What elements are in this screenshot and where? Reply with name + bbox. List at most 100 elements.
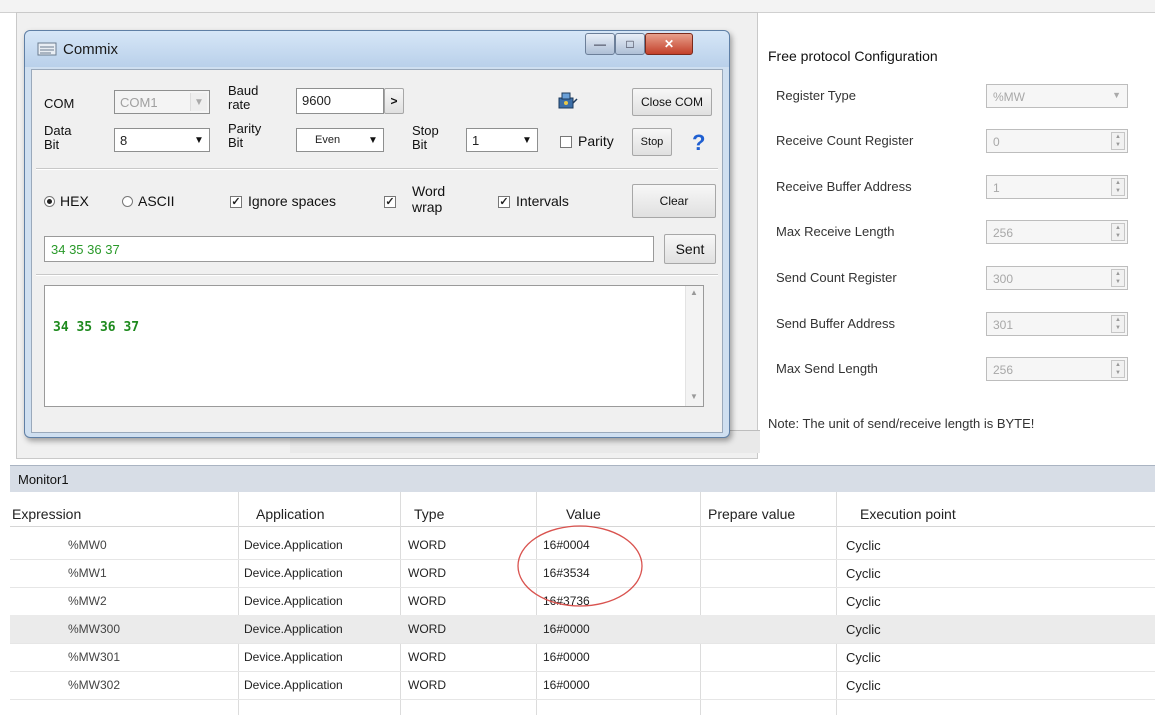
value-highlight-circle (517, 525, 643, 607)
scroll-up-icon[interactable]: ▲ (690, 288, 698, 297)
separator (36, 168, 718, 170)
stop-bit-label-line2: Bit (412, 137, 428, 152)
send-count-register-input[interactable]: 300 ▲ ▼ (986, 266, 1128, 290)
help-icon[interactable]: ? (692, 130, 705, 156)
maximize-icon: □ (626, 37, 634, 51)
window-title: Commix (63, 41, 118, 58)
register-type-label: Register Type (776, 88, 856, 103)
application-cell: Device.Application (244, 594, 343, 608)
max-receive-length-input[interactable]: 256 ▲ ▼ (986, 220, 1128, 244)
column-header-prepare-value[interactable]: Prepare value (708, 506, 795, 522)
type-cell: WORD (408, 678, 446, 692)
baud-rate-value: 9600 (302, 93, 331, 108)
chevron-down-icon: ▼ (522, 134, 532, 146)
spin-updown-icon[interactable]: ▲ ▼ (1111, 178, 1125, 196)
send-input[interactable]: 34 35 36 37 (44, 236, 654, 262)
hex-radio[interactable] (44, 196, 55, 207)
commix-title-bar[interactable]: Commix — □ ✕ (25, 31, 729, 67)
stop-button[interactable]: Stop (632, 128, 672, 156)
chevron-down-icon: ▼ (1112, 90, 1121, 100)
config-title: Free protocol Configuration (768, 48, 938, 64)
column-header-expression[interactable]: Expression (12, 506, 81, 522)
intervals-checkbox[interactable]: ✓ (498, 196, 510, 208)
send-input-value: 34 35 36 37 (51, 242, 120, 257)
receive-scrollbar[interactable]: ▲ ▼ (685, 286, 703, 406)
com-port-select[interactable]: COM1 ▼ (114, 90, 210, 114)
stop-bit-select[interactable]: 1 ▼ (466, 128, 538, 152)
max-send-length-input[interactable]: 256 ▲ ▼ (986, 357, 1128, 381)
application-cell: Device.Application (244, 622, 343, 636)
commix-window: Commix — □ ✕ COM COM1 ▼ Baud rate 9600 > (24, 30, 730, 438)
stop-bit-label-line1: Stop (412, 123, 439, 138)
spin-updown-icon[interactable]: ▲ ▼ (1111, 360, 1125, 378)
table-row[interactable]: %MW300 Device.Application WORD 16#0000 C… (10, 615, 1155, 644)
spin-updown-icon[interactable]: ▲ ▼ (1111, 132, 1125, 150)
receive-count-register-value: 0 (993, 135, 1000, 149)
arrow-right-icon: > (390, 94, 398, 108)
register-type-value: %MW (993, 90, 1025, 104)
maximize-button[interactable]: □ (615, 33, 645, 55)
stop-bit-value: 1 (472, 133, 480, 148)
ignore-spaces-label: Ignore spaces (248, 193, 336, 209)
table-row[interactable]: %MW302 Device.Application WORD 16#0000 C… (10, 671, 1155, 700)
receive-count-register-input[interactable]: 0 ▲ ▼ (986, 129, 1128, 153)
receive-text: 34 35 36 37 (53, 320, 140, 335)
check-icon: ✓ (385, 196, 395, 208)
baud-rate-label-line2: rate (228, 97, 251, 112)
send-button[interactable]: Sent (664, 234, 716, 264)
clear-button[interactable]: Clear (632, 184, 716, 218)
chevron-down-icon: ▼ (194, 134, 204, 146)
word-wrap-label-line2: wrap (412, 199, 443, 215)
word-wrap-label-line1: Word (412, 183, 446, 199)
type-cell: WORD (408, 594, 446, 608)
spin-updown-icon[interactable]: ▲ ▼ (1111, 315, 1125, 333)
spin-updown-icon[interactable]: ▲ ▼ (1111, 269, 1125, 287)
parity-bit-select[interactable]: Even ▼ (296, 128, 384, 152)
receive-buffer-address-input[interactable]: 1 ▲ ▼ (986, 175, 1128, 199)
baud-rate-input[interactable]: 9600 (296, 88, 384, 114)
send-count-register-label: Send Count Register (776, 270, 897, 285)
monitor-panel-header[interactable]: Monitor1 (10, 465, 1155, 492)
close-window-button[interactable]: ✕ (645, 33, 693, 55)
parity-checkbox-label: Parity (578, 133, 614, 149)
chevron-down-icon: ▼ (368, 134, 378, 146)
chevron-down-icon: ▼ (190, 93, 207, 111)
execution-point-cell: Cyclic (846, 650, 881, 665)
send-buffer-address-value: 301 (993, 318, 1014, 332)
parity-checkbox[interactable] (560, 136, 572, 148)
column-header-execution-point[interactable]: Execution point (860, 506, 956, 522)
max-receive-length-label: Max Receive Length (776, 224, 895, 239)
column-header-type[interactable]: Type (414, 506, 444, 522)
serial-port-icon[interactable] (556, 90, 578, 112)
receive-text-area[interactable]: 34 35 36 37 ▲ ▼ (44, 285, 704, 407)
close-com-button[interactable]: Close COM (632, 88, 712, 116)
register-type-select[interactable]: %MW ▼ (986, 84, 1128, 108)
application-cell: Device.Application (244, 566, 343, 580)
type-cell: WORD (408, 566, 446, 580)
commix-app-icon (37, 42, 57, 56)
word-wrap-checkbox[interactable]: ✓ (384, 196, 396, 208)
scroll-down-icon[interactable]: ▼ (690, 392, 698, 401)
spin-updown-icon[interactable]: ▲ ▼ (1111, 223, 1125, 241)
send-buffer-address-label: Send Buffer Address (776, 316, 896, 331)
receive-buffer-address-label: Receive Buffer Address (776, 179, 912, 194)
minimize-button[interactable]: — (585, 33, 615, 55)
column-header-application[interactable]: Application (256, 506, 325, 522)
close-com-label: Close COM (640, 95, 703, 109)
application-cell: Device.Application (244, 650, 343, 664)
send-buffer-address-input[interactable]: 301 ▲ ▼ (986, 312, 1128, 336)
ascii-radio[interactable] (122, 196, 133, 207)
intervals-label: Intervals (516, 193, 569, 209)
baud-rate-label-line1: Baud (228, 83, 259, 98)
expression-cell: %MW300 (68, 622, 121, 636)
expression-cell: %MW301 (68, 650, 121, 664)
baud-rate-arrow-button[interactable]: > (384, 88, 404, 114)
value-cell: 16#0000 (543, 678, 590, 692)
ignore-spaces-checkbox[interactable]: ✓ (230, 196, 242, 208)
config-note: Note: The unit of send/receive length is… (768, 416, 1035, 431)
table-row[interactable]: %MW301 Device.Application WORD 16#0000 C… (10, 643, 1155, 672)
data-bit-select[interactable]: 8 ▼ (114, 128, 210, 152)
type-cell: WORD (408, 622, 446, 636)
hex-radio-label: HEX (60, 193, 89, 209)
com-port-value: COM1 (120, 95, 158, 110)
